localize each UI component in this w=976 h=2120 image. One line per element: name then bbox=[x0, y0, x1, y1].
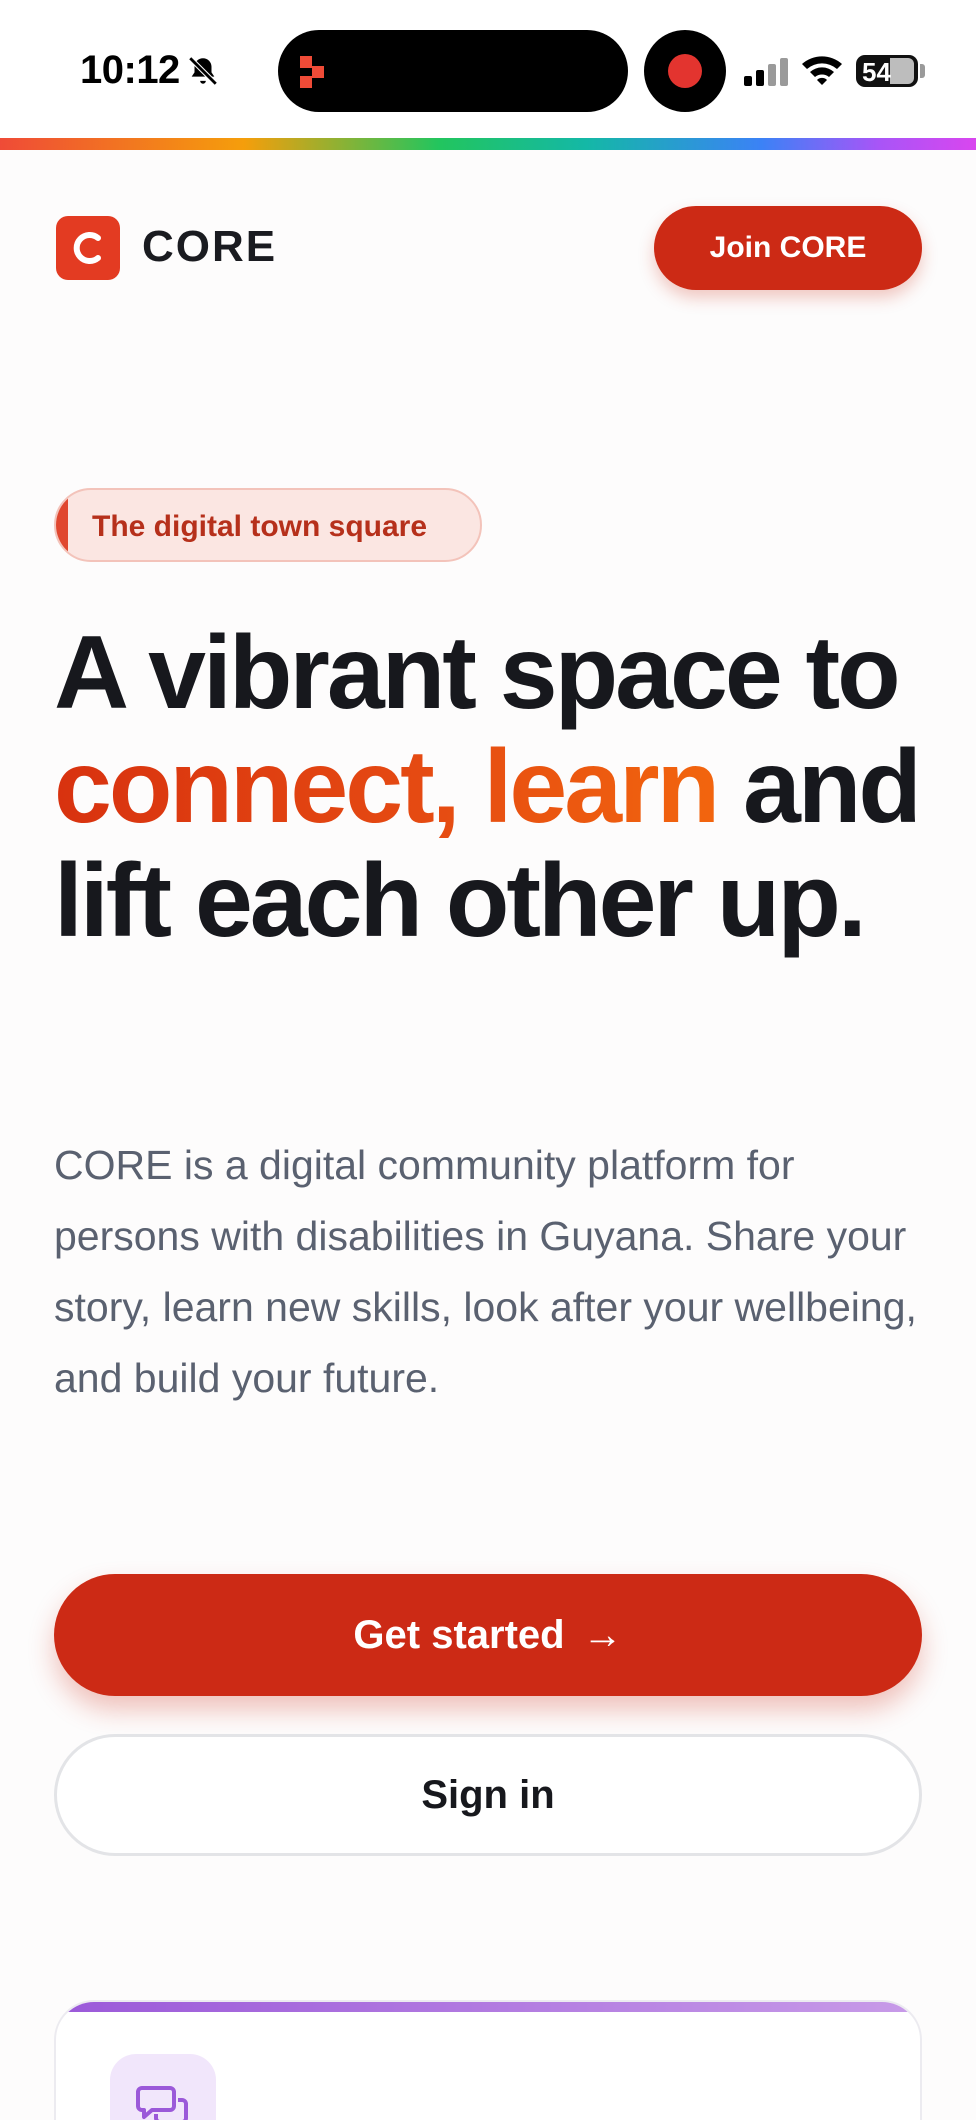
page: 10:12 54 CORE Join CORE The digital town… bbox=[0, 0, 976, 2120]
brand-name[interactable]: CORE bbox=[142, 222, 277, 272]
get-started-label: Get started bbox=[353, 1612, 565, 1657]
feature-card bbox=[54, 2000, 922, 2120]
core-logo-icon[interactable] bbox=[56, 216, 120, 280]
battery-empty-level bbox=[890, 58, 914, 84]
c-letter-icon bbox=[73, 232, 101, 264]
hero-description: CORE is a digital community platform for… bbox=[54, 1142, 917, 1401]
headline-accent: connect, learn bbox=[54, 729, 720, 845]
battery-nub bbox=[920, 64, 925, 78]
chat-bubbles-glyph bbox=[136, 2086, 188, 2120]
chat-bubbles-icon bbox=[110, 2054, 216, 2120]
battery-percent: 54 bbox=[862, 57, 891, 87]
eyebrow-accent-bar bbox=[56, 490, 68, 560]
bell-off-icon bbox=[188, 56, 218, 86]
arrow-right-icon: → bbox=[582, 1612, 623, 1657]
get-started-button[interactable]: Get started → bbox=[54, 1574, 922, 1696]
card-accent-bar bbox=[56, 2002, 920, 2012]
status-time: 10:12 bbox=[80, 48, 180, 92]
eyebrow-text: The digital town square bbox=[92, 510, 428, 543]
wifi-icon bbox=[802, 56, 842, 85]
headline-prefix: A vibrant space to bbox=[54, 615, 901, 731]
sign-in-button[interactable]: Sign in bbox=[54, 1734, 922, 1856]
hero-headline: A vibrant space to connect, learn and li… bbox=[54, 616, 934, 958]
app-glyph-icon bbox=[300, 56, 324, 88]
signal-icon bbox=[744, 58, 788, 86]
recording-icon bbox=[668, 54, 702, 88]
rainbow-divider bbox=[0, 138, 976, 150]
join-core-button[interactable]: Join CORE bbox=[654, 206, 922, 290]
eyebrow-badge: The digital town square bbox=[54, 488, 482, 562]
